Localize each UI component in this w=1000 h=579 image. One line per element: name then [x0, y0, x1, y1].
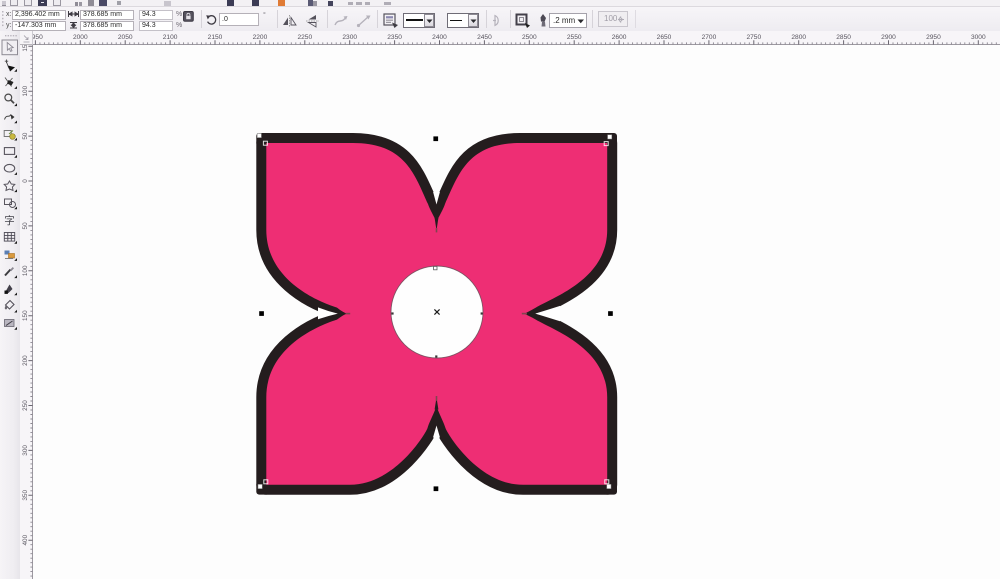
svg-text:2150: 2150: [208, 34, 223, 41]
svg-text:2650: 2650: [657, 34, 672, 41]
svg-text:2950: 2950: [926, 34, 941, 41]
svg-text:2350: 2350: [387, 34, 402, 41]
svg-text:2000: 2000: [73, 34, 88, 41]
svg-text:2050: 2050: [118, 34, 133, 41]
svg-text:0: 0: [22, 179, 29, 183]
svg-text:3000: 3000: [971, 34, 986, 41]
svg-text:2550: 2550: [567, 34, 582, 41]
svg-text:2200: 2200: [253, 34, 268, 41]
svg-text:50: 50: [22, 132, 29, 140]
svg-text:2750: 2750: [746, 34, 761, 41]
svg-text:2850: 2850: [836, 34, 851, 41]
svg-text:350: 350: [22, 490, 29, 501]
svg-text:150: 150: [22, 310, 29, 321]
svg-text:150: 150: [22, 45, 29, 52]
svg-text:2250: 2250: [297, 34, 312, 41]
svg-text:2300: 2300: [342, 34, 357, 41]
svg-text:2500: 2500: [522, 34, 537, 41]
svg-text:250: 250: [22, 400, 29, 411]
svg-text:2450: 2450: [477, 34, 492, 41]
svg-text:2400: 2400: [432, 34, 447, 41]
svg-text:2700: 2700: [702, 34, 717, 41]
svg-text:100: 100: [22, 265, 29, 276]
svg-text:400: 400: [22, 534, 29, 545]
svg-text:2800: 2800: [791, 34, 806, 41]
svg-text:1950: 1950: [33, 34, 43, 41]
svg-text:字: 字: [4, 214, 15, 227]
svg-text:2600: 2600: [612, 34, 627, 41]
svg-text:2900: 2900: [881, 34, 896, 41]
svg-text:100: 100: [22, 85, 29, 96]
svg-text:300: 300: [22, 445, 29, 456]
svg-text:50: 50: [22, 222, 29, 230]
svg-text:200: 200: [22, 355, 29, 366]
svg-text:2100: 2100: [163, 34, 178, 41]
